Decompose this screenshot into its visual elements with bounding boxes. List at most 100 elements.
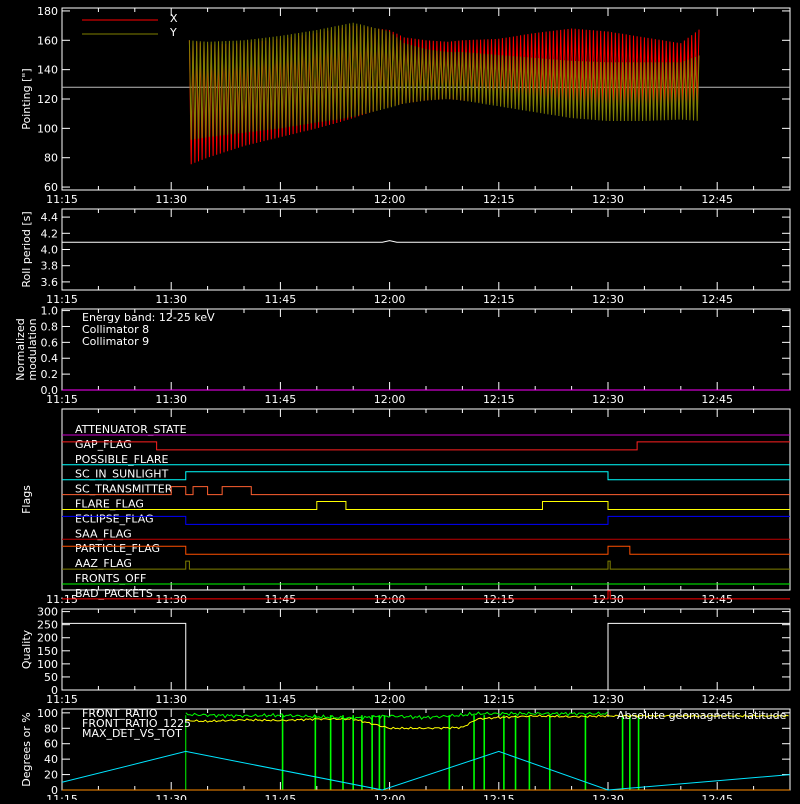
x-tick-label: 12:15 (483, 793, 515, 800)
y-tick-label: 300 (37, 606, 58, 619)
y-tick-label: 80 (44, 722, 58, 735)
x-tick-label: 11:45 (265, 793, 297, 800)
x-tick-label: 12:30 (592, 393, 624, 406)
y-tick-label: 160 (37, 34, 58, 47)
y-tick-label: 4.2 (41, 227, 59, 240)
flag-label-saa-flag: SAA_FLAG (75, 527, 132, 540)
panel-3-frame (61, 408, 791, 591)
y-tick-label: 4.0 (41, 244, 59, 257)
y-tick-label: 80 (44, 152, 58, 165)
x-tick-label: 12:00 (374, 193, 406, 206)
x-tick-label: 11:45 (265, 593, 297, 606)
flag-line-flare-flag (62, 501, 790, 510)
ylabel-degrees-percent: Degrees or % (20, 712, 33, 786)
x-tick-label: 12:45 (701, 193, 733, 206)
x-tick-label: 11:15 (46, 593, 78, 606)
x-tick-label: 11:45 (265, 193, 297, 206)
x-tick-label: 12:00 (374, 593, 406, 606)
legend-y-label: Y (169, 26, 177, 39)
x-tick-label: 11:45 (265, 693, 297, 706)
flag-line-eclipse-flag (62, 515, 790, 525)
flag-line-sc-in-sunlight (62, 471, 790, 481)
ylabel-modulation: modulation (26, 318, 39, 380)
x-tick-label: 12:15 (483, 593, 515, 606)
x-tick-label: 11:30 (155, 193, 187, 206)
x-tick-label: 11:30 (155, 793, 187, 800)
x-tick-label: 12:45 (701, 693, 733, 706)
x-tick-label: 12:45 (701, 293, 733, 306)
y-tick-label: 0.2 (41, 368, 59, 381)
y-tick-label: 0 (51, 784, 58, 797)
x-tick-label: 12:15 (483, 193, 515, 206)
ylabel-quality: Quality (20, 629, 33, 669)
x-tick-label: 12:15 (483, 393, 515, 406)
y-tick-label: 100 (37, 707, 58, 720)
panel-1-frame (61, 208, 791, 291)
y-tick-label: 120 (37, 93, 58, 106)
y-tick-label: 3.6 (41, 276, 59, 289)
y-tick-label: 100 (37, 122, 58, 135)
panel-4-frame (61, 608, 791, 691)
roll-period-line (62, 240, 790, 243)
x-tick-label: 12:45 (701, 393, 733, 406)
y-tick-label: 40 (44, 753, 58, 766)
y-tick-label: 200 (37, 632, 58, 645)
flag-label-possible-flare: POSSIBLE_FLARE (75, 453, 169, 466)
x-tick-label: 12:30 (592, 793, 624, 800)
flag-label-gap-flag: GAP_FLAG (75, 438, 132, 451)
flag-label-fronts-off: FRONTS_OFF (75, 572, 146, 585)
legend-collimator-9: Collimator 9 (82, 335, 149, 348)
y-tick-label: 250 (37, 619, 58, 632)
x-tick-label: 11:45 (265, 293, 297, 306)
flag-label-aaz-flag: AAZ_FLAG (75, 557, 132, 570)
y-tick-label: 0.6 (41, 336, 59, 349)
x-tick-label: 11:45 (265, 393, 297, 406)
y-tick-label: 1.0 (41, 305, 59, 318)
legend-x-label: X (170, 12, 178, 25)
legend-max-det-vs-tot: MAX_DET_VS_TOT (82, 727, 182, 740)
flag-label-attenuator-state: ATTENUATOR_STATE (75, 423, 187, 436)
x-tick-label: 12:30 (592, 693, 624, 706)
flag-line-particle-flag (62, 545, 790, 555)
flag-label-sc-in-sunlight: SC_IN_SUNLIGHT (75, 468, 169, 481)
x-tick-label: 11:30 (155, 693, 187, 706)
ylabel-roll-period: Roll period [s] (20, 211, 33, 287)
y-tick-label: 0.8 (41, 320, 59, 333)
y-tick-label: 0.4 (41, 352, 59, 365)
y-tick-label: 50 (44, 671, 58, 684)
x-tick-label: 12:15 (483, 293, 515, 306)
flag-label-particle-flag: PARTICLE_FLAG (75, 542, 160, 555)
quality-line (62, 622, 790, 691)
flag-label-flare-flag: FLARE_FLAG (75, 498, 144, 511)
y-tick-label: 0.0 (41, 384, 59, 397)
ylabel-pointing: Pointing ["] (20, 68, 33, 129)
x-tick-label: 12:45 (701, 593, 733, 606)
y-tick-label: 60 (44, 738, 58, 751)
x-tick-label: 12:30 (592, 193, 624, 206)
x-tick-label: 12:00 (374, 393, 406, 406)
ylabel-flags: Flags (20, 485, 33, 514)
y-tick-label: 150 (37, 645, 58, 658)
y-tick-label: 60 (44, 181, 58, 194)
x-tick-label: 12:00 (374, 793, 406, 800)
x-tick-label: 11:15 (46, 193, 78, 206)
y-tick-label: 4.4 (41, 211, 59, 224)
legend-geomag-latitude: Absolute geomagnetic latitude (617, 709, 787, 722)
flag-line-gap-flag (62, 441, 790, 451)
x-tick-label: 11:30 (155, 593, 187, 606)
x-tick-label: 12:00 (374, 293, 406, 306)
y-tick-label: 3.8 (41, 260, 59, 273)
x-tick-label: 12:30 (592, 293, 624, 306)
x-tick-label: 12:00 (374, 693, 406, 706)
flag-line-aaz-flag (62, 560, 790, 570)
y-tick-label: 140 (37, 64, 58, 77)
flag-label-bad-packets: BAD_PACKETS (75, 587, 153, 600)
flag-label-sc-transmitter: SC_TRANSMITTER (75, 483, 173, 496)
x-tick-label: 12:15 (483, 693, 515, 706)
y-tick-label: 20 (44, 769, 58, 782)
flag-label-eclipse-flag: ECLIPSE_FLAG (75, 512, 154, 525)
y-tick-label: 0 (51, 684, 58, 697)
y-tick-label: 100 (37, 658, 58, 671)
rhessi-summary-plot: 11:15 11:30 11:45 12:00 12:15 12:30 12:45 60 80 1… (0, 0, 800, 804)
x-tick-label: 11:30 (155, 393, 187, 406)
